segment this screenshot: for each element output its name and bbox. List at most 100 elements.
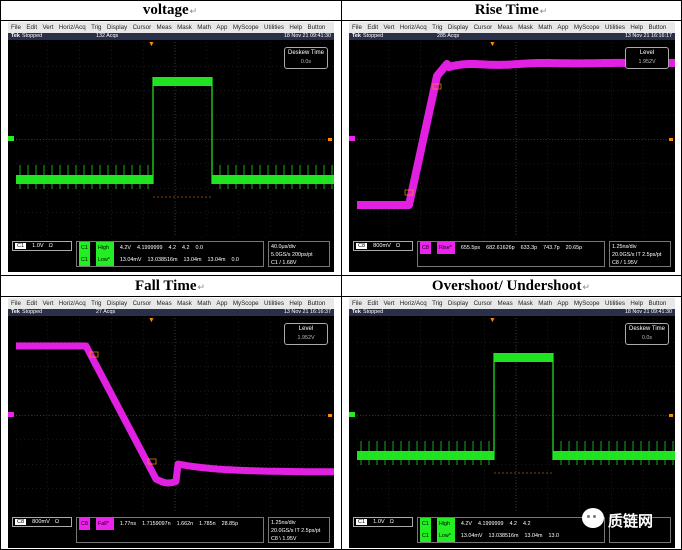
menu-item-mask[interactable]: Mask	[177, 24, 192, 31]
measurement-name: Rise*	[436, 242, 455, 254]
trigger-level-icon[interactable]	[669, 138, 673, 141]
menu-item-app[interactable]: App	[557, 300, 568, 307]
menu-item-app[interactable]: App	[557, 24, 568, 31]
menu-item-help[interactable]: Help	[630, 300, 643, 307]
overlay-value: 1.952V	[297, 335, 315, 341]
menu-item-vert[interactable]: Vert	[383, 300, 394, 307]
menu-item-horizacq[interactable]: Horiz/Acq	[59, 24, 86, 31]
menu-item-trig[interactable]: Trig	[91, 300, 101, 307]
menu-item-utilities[interactable]: Utilities	[605, 24, 625, 31]
measurement-channel: C1	[79, 242, 90, 254]
menu-item-edit[interactable]: Edit	[367, 24, 378, 31]
measurement-value: 13.04m	[524, 533, 543, 539]
measurement-value: 4.2	[181, 245, 190, 251]
channel-scale: 800mV	[373, 243, 391, 249]
menu-item-mask[interactable]: Mask	[177, 300, 192, 307]
measurement-table[interactable]: C8 Fall* 1.77ns 1.7159097n 1.662n 1.785n 28.85…	[76, 517, 264, 543]
menu-item-help[interactable]: Help	[630, 24, 643, 31]
menu-item-myscope[interactable]: MyScope	[233, 24, 259, 31]
menu-item-utilities[interactable]: Utilities	[264, 24, 284, 31]
channel-ground-icon[interactable]	[8, 412, 14, 417]
menu-item-horizacq[interactable]: Horiz/Acq	[400, 300, 427, 307]
menu-item-horizacq[interactable]: Horiz/Acq	[400, 24, 427, 31]
menu-item-trig[interactable]: Trig	[432, 300, 442, 307]
measurement-value: 0.0	[195, 245, 203, 251]
menu-item-utilities[interactable]: Utilities	[264, 300, 284, 307]
menu-item-math[interactable]: Math	[538, 300, 552, 307]
menu-item-button[interactable]: Button	[648, 24, 666, 31]
menu-item-cursor[interactable]: Cursor	[474, 24, 493, 31]
menu-item-mask[interactable]: Mask	[518, 300, 533, 307]
scope-menu-bar: File Edit Vert Horiz/Acq Trig Display Cursor Me…	[8, 22, 334, 33]
menu-item-cursor[interactable]: Cursor	[133, 300, 152, 307]
menu-item-math[interactable]: Math	[197, 24, 211, 31]
menu-item-app[interactable]: App	[216, 300, 227, 307]
menu-item-display[interactable]: Display	[448, 300, 468, 307]
waveform-low-band	[16, 175, 153, 184]
menu-item-display[interactable]: Display	[448, 24, 468, 31]
menu-item-myscope[interactable]: MyScope	[574, 24, 600, 31]
timebase-box[interactable]: 1.25ns/div 20.0GS/s IT 2.5ps/pt C8 \ 1.95V	[268, 517, 330, 543]
channel-impedance: Ω	[395, 243, 401, 249]
menu-item-display[interactable]: Display	[107, 24, 127, 31]
menu-item-cursor[interactable]: Cursor	[133, 24, 152, 31]
menu-item-file[interactable]: File	[11, 300, 21, 307]
channel-ground-icon[interactable]	[349, 412, 355, 417]
channel-scale-box[interactable]: C1 1.0V Ω	[12, 241, 72, 251]
menu-item-edit[interactable]: Edit	[367, 300, 378, 307]
channel-ground-icon[interactable]	[8, 136, 14, 141]
timebase-box[interactable]: 1.25ns/div 20.0GS/s IT 2.5ps/pt C8 / 1.95V	[609, 241, 671, 267]
menu-item-meas[interactable]: Meas	[157, 24, 172, 31]
menu-item-app[interactable]: App	[216, 24, 227, 31]
menu-item-math[interactable]: Math	[197, 300, 211, 307]
menu-item-vert[interactable]: Vert	[42, 24, 53, 31]
menu-item-help[interactable]: Help	[289, 300, 302, 307]
tek-logo: Tek	[352, 33, 361, 39]
overlay-value: 0.0s	[641, 335, 653, 341]
menu-item-meas[interactable]: Meas	[498, 24, 513, 31]
menu-item-button[interactable]: Button	[307, 300, 325, 307]
measurement-value: 4.2V	[460, 521, 472, 527]
measurement-table[interactable]: C1 High 4.2V 4.1999999 4.2 4.2 0.0 C1 Low* 13.04m…	[76, 241, 264, 267]
menu-item-button[interactable]: Button	[648, 300, 666, 307]
channel-tag: C1	[356, 519, 368, 525]
measurement-value: 743.7p	[543, 245, 560, 251]
menu-item-button[interactable]: Button	[307, 24, 325, 31]
channel-tag: C8	[356, 243, 368, 249]
menu-item-file[interactable]: File	[352, 24, 362, 31]
menu-item-meas[interactable]: Meas	[498, 300, 513, 307]
measurement-value: 4.2	[509, 521, 517, 527]
menu-item-horizacq[interactable]: Horiz/Acq	[59, 300, 86, 307]
measurement-table[interactable]: C1 High 4.2V 4.1999999 4.2 4.2 C1 Low* 13.04mV 13…	[417, 517, 605, 543]
menu-item-trig[interactable]: Trig	[91, 24, 101, 31]
menu-item-trig[interactable]: Trig	[432, 24, 442, 31]
panel-title: Fall Time↵	[134, 278, 206, 294]
trigger-level-icon[interactable]	[328, 138, 332, 141]
menu-item-edit[interactable]: Edit	[26, 300, 37, 307]
menu-item-vert[interactable]: Vert	[42, 300, 53, 307]
menu-item-vert[interactable]: Vert	[383, 24, 394, 31]
menu-item-myscope[interactable]: MyScope	[574, 300, 600, 307]
menu-item-file[interactable]: File	[11, 24, 21, 31]
menu-item-meas[interactable]: Meas	[157, 300, 172, 307]
menu-item-utilities[interactable]: Utilities	[605, 300, 625, 307]
menu-item-display[interactable]: Display	[107, 300, 127, 307]
measurement-table[interactable]: C8 Rise* 655.5ps 682.61626p 633.3p 743.7p 20.6…	[417, 241, 605, 267]
channel-scale-box[interactable]: C8 800mV Ω	[353, 241, 413, 251]
menu-item-myscope[interactable]: MyScope	[233, 300, 259, 307]
menu-item-edit[interactable]: Edit	[26, 24, 37, 31]
timebase-box[interactable]: 40.0μs/div 5.0GS/s 200ps/pt C1 / 1.68V	[268, 241, 330, 267]
menu-item-file[interactable]: File	[352, 300, 362, 307]
channel-ground-icon[interactable]	[349, 136, 355, 141]
measurement-readout: C1 1.0V Ω C1 High 4.2V 4.1999999 4.2 4.2 0.0 C1 Low…	[8, 237, 334, 272]
trigger-level-icon[interactable]	[328, 414, 332, 417]
channel-scale-box[interactable]: C1 1.0V Ω	[353, 517, 413, 527]
channel-scale-box[interactable]: C8 800mV Ω	[12, 517, 72, 527]
waveform-high-band	[153, 77, 212, 86]
menu-item-cursor[interactable]: Cursor	[474, 300, 493, 307]
measurement-row: C1 High 4.2V 4.1999999 4.2 4.2	[420, 518, 604, 530]
menu-item-math[interactable]: Math	[538, 24, 552, 31]
menu-item-help[interactable]: Help	[289, 24, 302, 31]
menu-item-mask[interactable]: Mask	[518, 24, 533, 31]
trigger-level-icon[interactable]	[669, 414, 673, 417]
